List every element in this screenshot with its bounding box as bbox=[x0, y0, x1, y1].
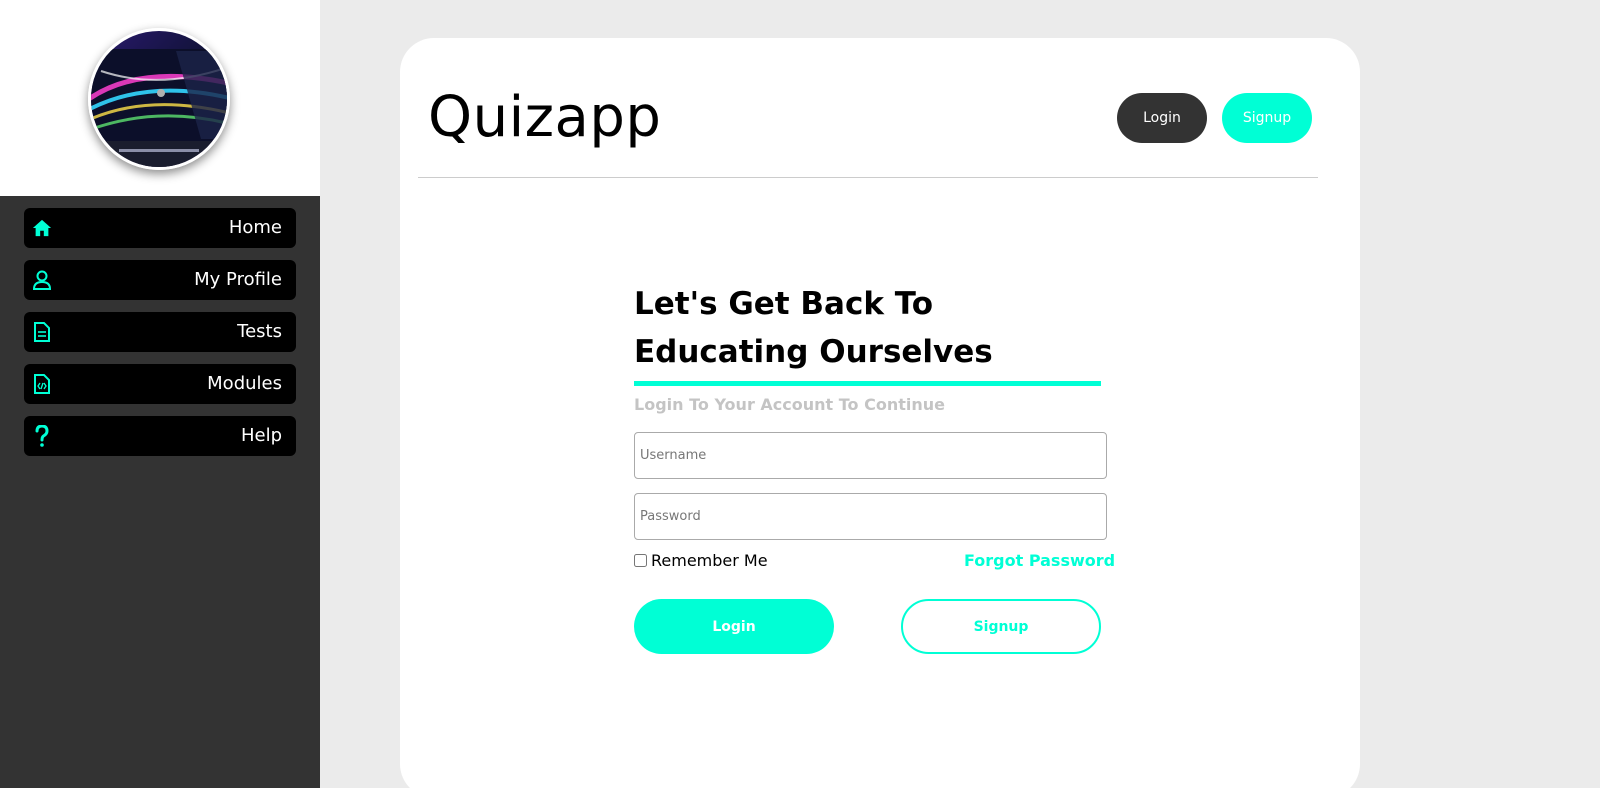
remember-me-checkbox[interactable] bbox=[634, 554, 647, 567]
login-button[interactable]: Login bbox=[634, 599, 834, 654]
home-icon bbox=[32, 218, 52, 238]
question-icon bbox=[32, 425, 52, 447]
remember-me: Remember Me bbox=[634, 551, 768, 570]
user-icon bbox=[32, 270, 52, 290]
avatar[interactable] bbox=[88, 28, 230, 170]
sidebar-header bbox=[0, 0, 320, 196]
header-divider bbox=[418, 177, 1318, 178]
forgot-password-link[interactable]: Forgot Password bbox=[964, 551, 1115, 570]
header-login-button[interactable]: Login bbox=[1117, 93, 1207, 143]
sidebar-item-tests[interactable]: Tests bbox=[24, 312, 296, 352]
sidebar-item-label: Tests bbox=[237, 321, 282, 342]
sidebar-item-modules[interactable]: Modules bbox=[24, 364, 296, 404]
brand-title: Quizapp bbox=[428, 85, 662, 150]
title-underline bbox=[634, 381, 1101, 386]
username-input[interactable] bbox=[634, 432, 1107, 479]
form-title: Let's Get Back To Educating Ourselves bbox=[634, 286, 993, 370]
form-subtitle: Login To Your Account To Continue bbox=[634, 395, 945, 414]
sidebar-item-label: Home bbox=[228, 217, 282, 238]
signup-button[interactable]: Signup bbox=[901, 599, 1101, 654]
sidebar: Home My Profile Tests Modules Help bbox=[0, 0, 320, 788]
sidebar-item-label: Modules bbox=[207, 373, 282, 394]
header-signup-button[interactable]: Signup bbox=[1222, 93, 1312, 143]
sidebar-item-help[interactable]: Help bbox=[24, 416, 296, 456]
sidebar-item-label: My Profile bbox=[194, 269, 282, 290]
sidebar-item-label: Help bbox=[240, 425, 282, 446]
code-file-icon bbox=[32, 374, 52, 394]
document-icon bbox=[32, 322, 52, 342]
sidebar-item-my-profile[interactable]: My Profile bbox=[24, 260, 296, 300]
sidebar-item-home[interactable]: Home bbox=[24, 208, 296, 248]
remember-me-label: Remember Me bbox=[651, 551, 768, 570]
password-input[interactable] bbox=[634, 493, 1107, 540]
